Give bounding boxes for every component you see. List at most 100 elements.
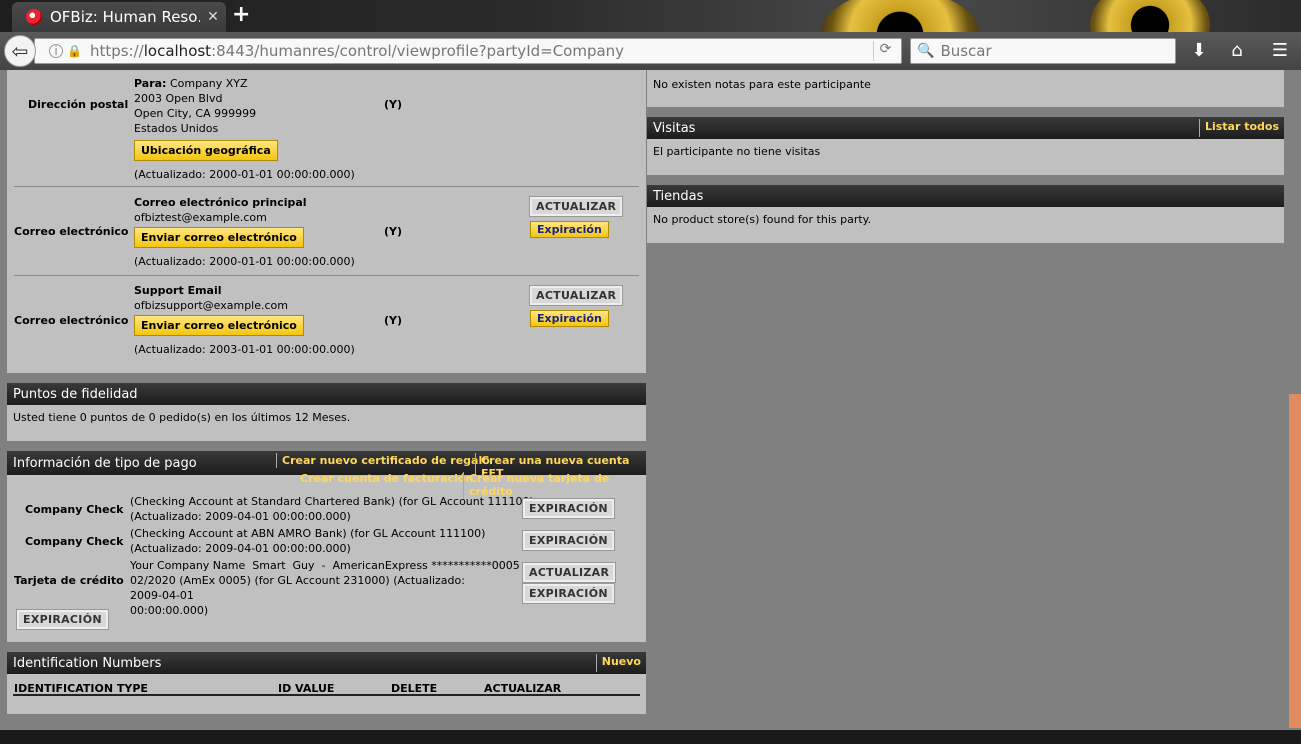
postal-flag: (Y)	[384, 98, 403, 111]
expire-button[interactable]: Expiración	[530, 221, 609, 238]
payment-info-panel: Información de tipo de pago Crear nuevo …	[7, 451, 646, 642]
update-button[interactable]: ACTUALIZAR	[528, 196, 624, 217]
address-line-2: Open City, CA 999999	[134, 107, 257, 120]
payment-row-line2: (Actualizado: 2009-04-01 00:00:00.000)	[130, 542, 351, 555]
update-button[interactable]: ACTUALIZAR	[528, 285, 624, 306]
payment-row-line1: (Checking Account at Standard Chartered …	[130, 495, 534, 508]
search-placeholder: Buscar	[940, 42, 992, 60]
page-content: Dirección postal Para: Company XYZ 2003 …	[0, 70, 1301, 744]
expire-button[interactable]: EXPIRACIÓN	[522, 583, 615, 604]
email-updated: (Actualizado: 2000-01-01 00:00:00.000)	[134, 255, 355, 268]
update-button[interactable]: ACTUALIZAR	[521, 562, 617, 583]
column-delete: DELETE	[391, 682, 438, 695]
payment-row-label: Company Check	[25, 535, 124, 548]
to-name: Company XYZ	[169, 77, 248, 90]
send-email-button[interactable]: Enviar correo electrónico	[134, 315, 304, 336]
column-update: ACTUALIZAR	[484, 682, 562, 695]
panel-title: Visitas	[653, 120, 696, 136]
page-scrollbar[interactable]	[1289, 394, 1301, 728]
expire-button[interactable]: Expiración	[530, 310, 609, 327]
ofbiz-favicon-icon	[26, 9, 42, 25]
email-updated: (Actualizado: 2003-01-01 00:00:00.000)	[134, 343, 355, 356]
payment-row-label: Company Check	[25, 503, 124, 516]
stores-panel: Tiendas No product store(s) found for th…	[647, 185, 1284, 243]
create-gift-cert-link[interactable]: Crear nuevo certificado de regalo	[276, 453, 495, 468]
identification-table-header: IDENTIFICATION TYPE ID VALUE DELETE ACTU…	[13, 674, 640, 696]
tab-title: OFBiz: Human Reso…	[50, 8, 200, 26]
email-flag: (Y)	[384, 314, 403, 327]
stores-text: No product store(s) found for this party…	[653, 213, 872, 226]
email-address: ofbizsupport@example.com	[134, 299, 288, 312]
visits-header: Visitas Listar todos	[647, 117, 1284, 139]
tab-close-icon[interactable]: ✕	[200, 9, 226, 25]
url-host: localhost	[143, 42, 212, 60]
email-title: Support Email	[134, 284, 222, 297]
panel-title: Identification Numbers	[13, 655, 162, 671]
new-tab-icon[interactable]: +	[232, 2, 250, 27]
visits-panel: Visitas Listar todos El participante no …	[647, 117, 1284, 175]
geo-location-button[interactable]: Ubicación geográfica	[134, 140, 278, 161]
url-text: https://localhost:8443/humanres/control/…	[90, 42, 624, 60]
email-flag: (Y)	[384, 225, 403, 238]
search-icon: 🔍	[917, 43, 935, 59]
credit-card-line3: 00:00:00.000)	[130, 604, 209, 617]
send-email-button[interactable]: Enviar correo electrónico	[134, 227, 304, 248]
credit-card-label: Tarjeta de crédito	[14, 574, 124, 587]
identification-header: Identification Numbers Nuevo	[7, 652, 646, 674]
url-bar[interactable]: i 🔒 https://localhost:8443/humanres/cont…	[34, 38, 902, 64]
visits-text: El participante no tiene visitas	[653, 145, 821, 158]
url-scheme: https://	[89, 42, 144, 60]
right-column: No existen notas para este participante …	[647, 70, 1284, 253]
menu-icon[interactable]: ☰	[1268, 40, 1292, 61]
search-bar[interactable]: 🔍 Buscar	[910, 38, 1176, 64]
list-all-visits-link[interactable]: Listar todos	[1198, 119, 1284, 137]
payment-row-line2: (Actualizado: 2009-04-01 00:00:00.000)	[130, 510, 351, 523]
create-billing-account-link[interactable]: Crear cuenta de facturación	[295, 472, 478, 485]
back-button[interactable]: ⇦	[4, 35, 36, 67]
to-label: Para:	[134, 77, 167, 90]
browser-chrome: OFBiz: Human Reso… ✕ + i 🔒 https://local…	[0, 0, 1301, 70]
postal-address-row: Dirección postal Para: Company XYZ 2003 …	[14, 70, 639, 187]
postal-address-label: Dirección postal	[28, 98, 129, 111]
download-icon[interactable]: ⬇	[1187, 40, 1211, 61]
page-footer-strip	[0, 730, 1301, 744]
credit-card-line2: 02/2020 (AmEx 0005) (for GL Account 2310…	[130, 574, 465, 602]
back-arrow-icon: ⇦	[11, 39, 29, 63]
lock-icon[interactable]: 🔒	[67, 44, 82, 58]
loyalty-points-text: Usted tiene 0 puntos de 0 pedido(s) en l…	[13, 411, 351, 424]
expire-button[interactable]: EXPIRACIÓN	[16, 609, 109, 630]
email-label: Correo electrónico	[14, 314, 129, 327]
left-column: Dirección postal Para: Company XYZ 2003 …	[7, 70, 646, 724]
stores-header: Tiendas	[647, 185, 1284, 207]
email-block: Support Email ofbizsupport@example.com E…	[134, 283, 355, 357]
browser-tab[interactable]: OFBiz: Human Reso… ✕	[12, 2, 226, 32]
email-row-support: Correo electrónico Support Email ofbizsu…	[14, 276, 639, 371]
expire-button[interactable]: EXPIRACIÓN	[522, 498, 615, 519]
reload-icon[interactable]: ⟳	[873, 41, 897, 61]
payment-row-detail: (Checking Account at Standard Chartered …	[130, 494, 534, 524]
column-identification-type: IDENTIFICATION TYPE	[14, 682, 148, 695]
notes-panel: No existen notas para este participante	[647, 70, 1284, 107]
payment-row-detail: (Checking Account at ABN AMRO Bank) (for…	[130, 526, 485, 556]
panel-title: Puntos de fidelidad	[13, 386, 138, 402]
notes-text: No existen notas para este participante	[653, 78, 871, 91]
address-line-1: 2003 Open Blvd	[134, 92, 223, 105]
panel-title: Información de tipo de pago	[13, 455, 197, 471]
credit-card-detail: Your Company Name Smart Guy - AmericanEx…	[130, 558, 520, 618]
email-row-primary: Correo electrónico Correo electrónico pr…	[14, 187, 639, 276]
payment-row-line1: (Checking Account at ABN AMRO Bank) (for…	[130, 527, 486, 540]
new-identification-link[interactable]: Nuevo	[595, 654, 646, 672]
identification-numbers-panel: Identification Numbers Nuevo IDENTIFICAT…	[7, 652, 646, 714]
panel-title: Tiendas	[653, 188, 704, 204]
credit-card-line1: Your Company Name Smart Guy - AmericanEx…	[130, 559, 520, 572]
postal-updated: (Actualizado: 2000-01-01 00:00:00.000)	[134, 168, 355, 181]
loyalty-points-panel: Puntos de fidelidad Usted tiene 0 puntos…	[7, 383, 646, 441]
address-line-3: Estados Unidos	[134, 122, 219, 135]
info-icon[interactable]: i	[49, 44, 63, 58]
url-path: :8443/humanres/control/viewprofile?party…	[211, 42, 625, 60]
home-icon[interactable]: ⌂	[1225, 40, 1249, 61]
loyalty-points-header: Puntos de fidelidad	[7, 383, 646, 405]
email-block: Correo electrónico principal ofbiztest@e…	[134, 195, 355, 269]
expire-button[interactable]: EXPIRACIÓN	[522, 530, 615, 551]
column-id-value: ID VALUE	[278, 682, 335, 695]
